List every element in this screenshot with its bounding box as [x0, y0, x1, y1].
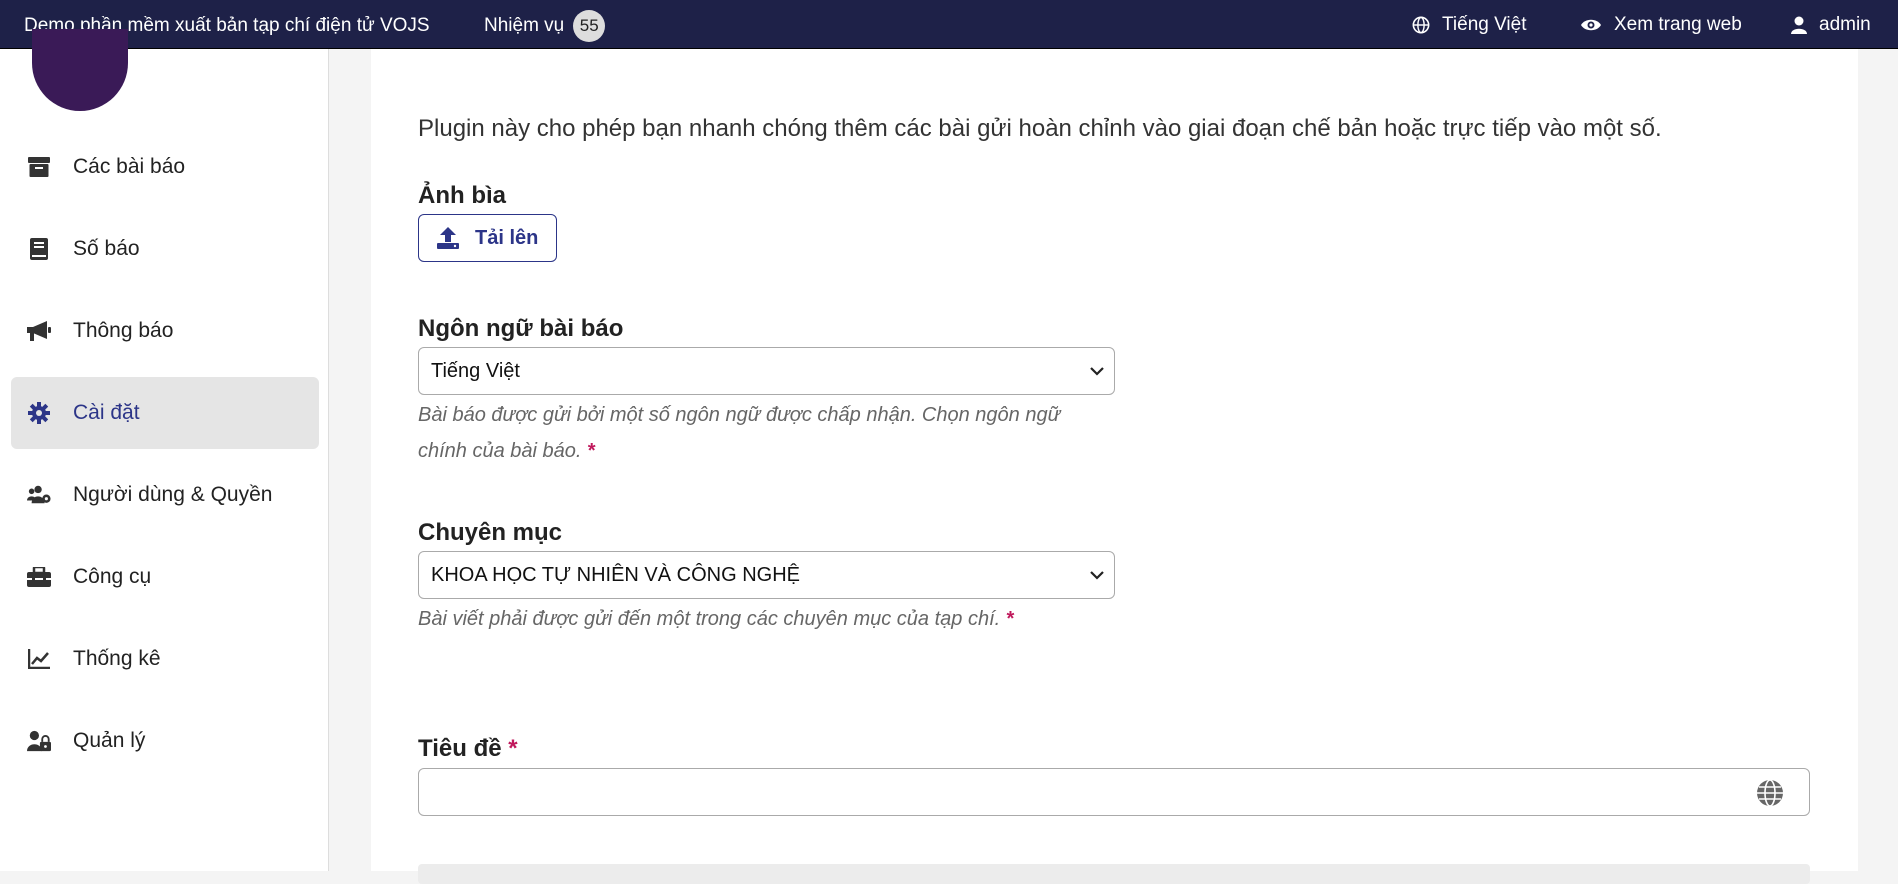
section-label: Chuyên mục	[418, 519, 563, 546]
required-mark: *	[508, 735, 518, 762]
section-help: Bài viết phải được gửi đến một trong các…	[418, 601, 1318, 637]
sidebar-item-settings[interactable]: Cài đặt	[11, 377, 319, 449]
sidebar-item-issues[interactable]: Số báo	[11, 213, 319, 285]
sidebar-item-tools[interactable]: Công cụ	[11, 541, 319, 613]
article-language-help: Bài báo được gửi bởi một số ngôn ngữ đượ…	[418, 397, 1098, 469]
title-label-text: Tiêu đề	[418, 735, 502, 762]
sidebar-item-administration[interactable]: Quản lý	[11, 705, 319, 777]
plugin-description: Plugin này cho phép bạn nhanh chóng thêm…	[418, 115, 1662, 142]
upload-icon	[437, 227, 459, 249]
megaphone-icon	[27, 319, 51, 343]
sidebar-item-label: Thống kê	[73, 647, 161, 670]
tasks-label: Nhiệm vụ	[484, 15, 565, 36]
user-lock-icon	[27, 729, 51, 753]
article-language-select[interactable]: Tiếng Việt	[418, 347, 1115, 395]
language-switcher[interactable]: Tiếng Việt	[1412, 14, 1527, 36]
upload-button[interactable]: Tải lên	[418, 214, 557, 262]
globe-icon	[1412, 16, 1430, 34]
article-language-label: Ngôn ngữ bài báo	[418, 315, 624, 342]
sidebar-item-label: Thông báo	[73, 319, 174, 342]
sidebar-item-users-roles[interactable]: Người dùng & Quyền	[11, 459, 319, 531]
sidebar-item-label: Người dùng & Quyền	[73, 483, 273, 506]
sidebar-item-statistics[interactable]: Thống kê	[11, 623, 319, 695]
language-label: Tiếng Việt	[1442, 14, 1527, 35]
tasks-link[interactable]: Nhiệm vụ 55	[484, 10, 606, 42]
sidebar: Các bài báo Số báo Thông báo Cài đặt Ngư…	[0, 29, 329, 871]
upload-label: Tải lên	[475, 226, 539, 249]
toolbox-icon	[27, 565, 51, 589]
sidebar-item-label: Công cụ	[73, 565, 152, 588]
archive-icon	[27, 155, 51, 179]
journal-logo[interactable]	[32, 29, 128, 111]
next-field-placeholder	[418, 864, 1810, 884]
required-mark: *	[1005, 608, 1014, 630]
section-select[interactable]: KHOA HỌC TỰ NHIÊN VÀ CÔNG NGHỆ	[418, 551, 1115, 599]
username: admin	[1819, 14, 1871, 35]
chevron-down-icon	[1090, 571, 1104, 580]
gear-icon	[27, 401, 51, 425]
view-site-label: Xem trang web	[1614, 14, 1742, 35]
sidebar-item-label: Các bài báo	[73, 155, 186, 178]
title-input[interactable]	[418, 768, 1810, 816]
book-icon	[27, 237, 51, 261]
globe-icon[interactable]	[1755, 778, 1785, 808]
sidebar-item-label: Số báo	[73, 237, 140, 260]
sidebar-item-label: Quản lý	[73, 729, 146, 752]
article-language-help-text: Bài báo được gửi bởi một số ngôn ngữ đượ…	[418, 404, 1061, 462]
article-language-value: Tiếng Việt	[431, 359, 520, 382]
main-panel: Plugin này cho phép bạn nhanh chóng thêm…	[371, 49, 1858, 884]
cover-image-label: Ảnh bìa	[418, 182, 506, 209]
top-navbar: Demo phần mềm xuất bản tạp chí điện tử V…	[0, 0, 1898, 49]
user-menu[interactable]: admin	[1791, 14, 1871, 36]
required-mark: *	[587, 440, 595, 462]
tasks-count-badge: 55	[573, 10, 606, 42]
section-value: KHOA HỌC TỰ NHIÊN VÀ CÔNG NGHỆ	[431, 563, 800, 586]
line-chart-icon	[27, 647, 51, 671]
sidebar-item-submissions[interactable]: Các bài báo	[11, 131, 319, 203]
section-help-text: Bài viết phải được gửi đến một trong các…	[418, 608, 1001, 630]
chevron-down-icon	[1090, 367, 1104, 376]
view-site-link[interactable]: Xem trang web	[1580, 14, 1742, 36]
sidebar-item-announcements[interactable]: Thông báo	[11, 295, 319, 367]
user-icon	[1791, 16, 1807, 34]
sidebar-item-label: Cài đặt	[73, 401, 140, 424]
eye-icon	[1581, 19, 1601, 31]
title-label: Tiêu đề *	[418, 735, 518, 763]
users-gear-icon	[27, 483, 51, 507]
